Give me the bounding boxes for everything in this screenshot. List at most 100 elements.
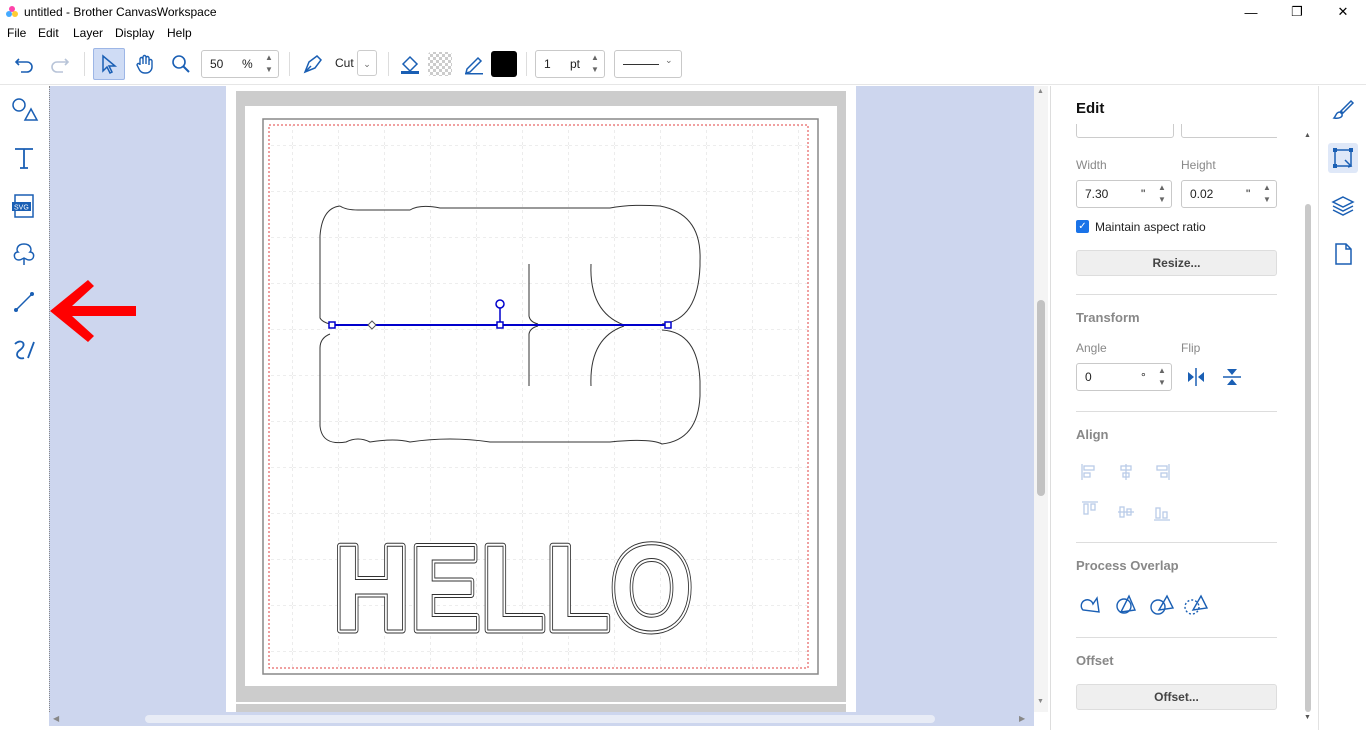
svg-import-icon[interactable]: SVG [8, 190, 40, 222]
title-bar: untitled - Brother CanvasWorkspace — ❐ ✕ [0, 0, 1366, 24]
chevron-up-icon[interactable]: ▲ [262, 52, 276, 64]
chevron-down-icon[interactable]: ▼ [588, 64, 602, 76]
fill-color-button[interactable] [424, 48, 456, 80]
edit-tab[interactable] [1328, 143, 1358, 173]
redo-button[interactable] [44, 48, 76, 80]
shapes-icon[interactable] [8, 94, 40, 126]
align-center-icon [1120, 464, 1132, 480]
height-label: Height [1181, 158, 1216, 172]
red-arrow-annotation [50, 280, 136, 342]
layers-tab[interactable] [1328, 191, 1358, 221]
hand-icon [136, 54, 153, 74]
transform-box-icon [1333, 148, 1353, 168]
chevron-down-icon[interactable]: ▼ [1155, 377, 1169, 389]
intersect-icon [1116, 594, 1137, 614]
align-bottom-icon [1154, 507, 1170, 521]
menu-help[interactable]: Help [167, 26, 192, 40]
horizontal-scrollbar[interactable]: ◀ ▶ [49, 712, 1034, 726]
menu-bar: File Edit Layer Display Help [0, 24, 1366, 42]
chevron-up-icon[interactable]: ▲ [1155, 365, 1169, 377]
scroll-up-arrow[interactable]: ▲ [1037, 88, 1044, 95]
flip-vertical-icon[interactable] [1221, 366, 1243, 388]
menu-edit[interactable]: Edit [38, 26, 59, 40]
text-icon[interactable] [8, 142, 40, 174]
align-buttons [1081, 464, 1170, 521]
divider [1076, 542, 1277, 543]
align-middle-icon [1118, 506, 1134, 518]
undo-icon [14, 58, 33, 73]
chevron-down-icon: ⌄ [357, 50, 377, 76]
fill-tool-button[interactable] [394, 48, 426, 80]
align-top-icon [1082, 501, 1098, 515]
paintbrush-icon [1332, 99, 1355, 119]
black-swatch [491, 51, 517, 77]
page-tab[interactable] [1328, 239, 1358, 269]
zoom-input[interactable]: 50 % ▲ ▼ [201, 50, 279, 78]
menu-display[interactable]: Display [115, 26, 154, 40]
angle-unit: ° [1141, 370, 1146, 384]
zoom-unit: % [242, 57, 253, 71]
restore-button[interactable]: ❐ [1274, 0, 1320, 24]
chevron-down-icon: ⌄ [665, 55, 673, 65]
scroll-right-arrow[interactable]: ▶ [1019, 714, 1025, 723]
chevron-up-icon[interactable]: ▲ [588, 52, 602, 64]
height-input[interactable]: 0.02 " ▲ ▼ [1181, 180, 1277, 208]
redo-icon [51, 58, 70, 73]
separator [388, 52, 389, 76]
menu-layer[interactable]: Layer [73, 26, 103, 40]
scroll-thumb[interactable] [145, 715, 935, 723]
select-tool-button[interactable] [93, 48, 125, 80]
tool-mode-select[interactable]: Cut ⌄ [297, 50, 379, 78]
scroll-thumb[interactable] [1037, 300, 1045, 496]
line-width-input[interactable]: 1 pt ▲ ▼ [535, 50, 605, 78]
angle-input[interactable]: 0 ° ▲ ▼ [1076, 363, 1172, 391]
chevron-up-icon[interactable]: ▲ [1260, 182, 1274, 194]
minimize-button[interactable]: — [1228, 0, 1274, 24]
canvas-svg: HELLO HELLO HELLO [226, 86, 856, 712]
pointer-icon [102, 54, 118, 75]
menu-file[interactable]: File [7, 26, 26, 40]
line-style-select[interactable]: ⌄ [614, 50, 682, 78]
chevron-down-icon[interactable]: ▼ [262, 64, 276, 76]
line-tool-button[interactable] [458, 48, 490, 80]
layers-icon [1331, 196, 1355, 216]
width-input[interactable]: 7.30 " ▲ ▼ [1076, 180, 1172, 208]
undo-button[interactable] [8, 48, 40, 80]
line-width-unit: pt [570, 57, 581, 71]
close-button[interactable]: ✕ [1320, 0, 1366, 24]
line-color-button[interactable] [488, 48, 520, 80]
transform-title: Transform [1076, 310, 1140, 325]
aspect-checkbox[interactable]: ✓ [1076, 220, 1089, 233]
edit-panel: Edit Width Height 7.30 " ▲ ▼ 0.02 " ▲ ▼ … [1050, 86, 1317, 730]
pan-tool-button[interactable] [129, 48, 161, 80]
offset-button[interactable]: Offset... [1076, 684, 1277, 710]
svg-text:SVG: SVG [14, 205, 29, 212]
zoom-tool-button[interactable] [165, 48, 197, 80]
freehand-icon[interactable] [8, 334, 40, 366]
vertical-scrollbar[interactable]: ▲ ▼ [1034, 86, 1048, 712]
canvas-area[interactable]: HELLO HELLO HELLO [49, 86, 1048, 712]
scroll-left-arrow[interactable]: ◀ [53, 714, 59, 723]
chevron-down-icon[interactable]: ▼ [1155, 194, 1169, 206]
chevron-down-icon[interactable]: ▼ [1260, 194, 1274, 206]
flip-horizontal-icon[interactable] [1185, 366, 1207, 388]
panel-title: Edit [1076, 100, 1105, 117]
appearance-tab[interactable] [1328, 95, 1358, 125]
resize-button[interactable]: Resize... [1076, 250, 1277, 276]
pattern-icon[interactable] [8, 238, 40, 270]
width-value: 7.30 [1085, 187, 1109, 201]
divider [1076, 294, 1277, 295]
scroll-down-arrow[interactable]: ▼ [1037, 698, 1044, 705]
width-unit: " [1141, 187, 1146, 201]
pencil-icon [464, 56, 483, 75]
offset-title: Offset [1076, 653, 1114, 668]
angle-value: 0 [1085, 370, 1092, 384]
line-tool-icon[interactable] [8, 286, 40, 318]
exclude-icon [1150, 594, 1175, 615]
app-logo-icon [6, 6, 18, 17]
panel-scrollbar[interactable]: ▲ ▼ [1303, 126, 1313, 726]
position-fields-partial [1076, 124, 1277, 138]
chevron-up-icon[interactable]: ▲ [1155, 182, 1169, 194]
page-icon [1335, 243, 1352, 265]
weld-icon [1080, 596, 1100, 613]
